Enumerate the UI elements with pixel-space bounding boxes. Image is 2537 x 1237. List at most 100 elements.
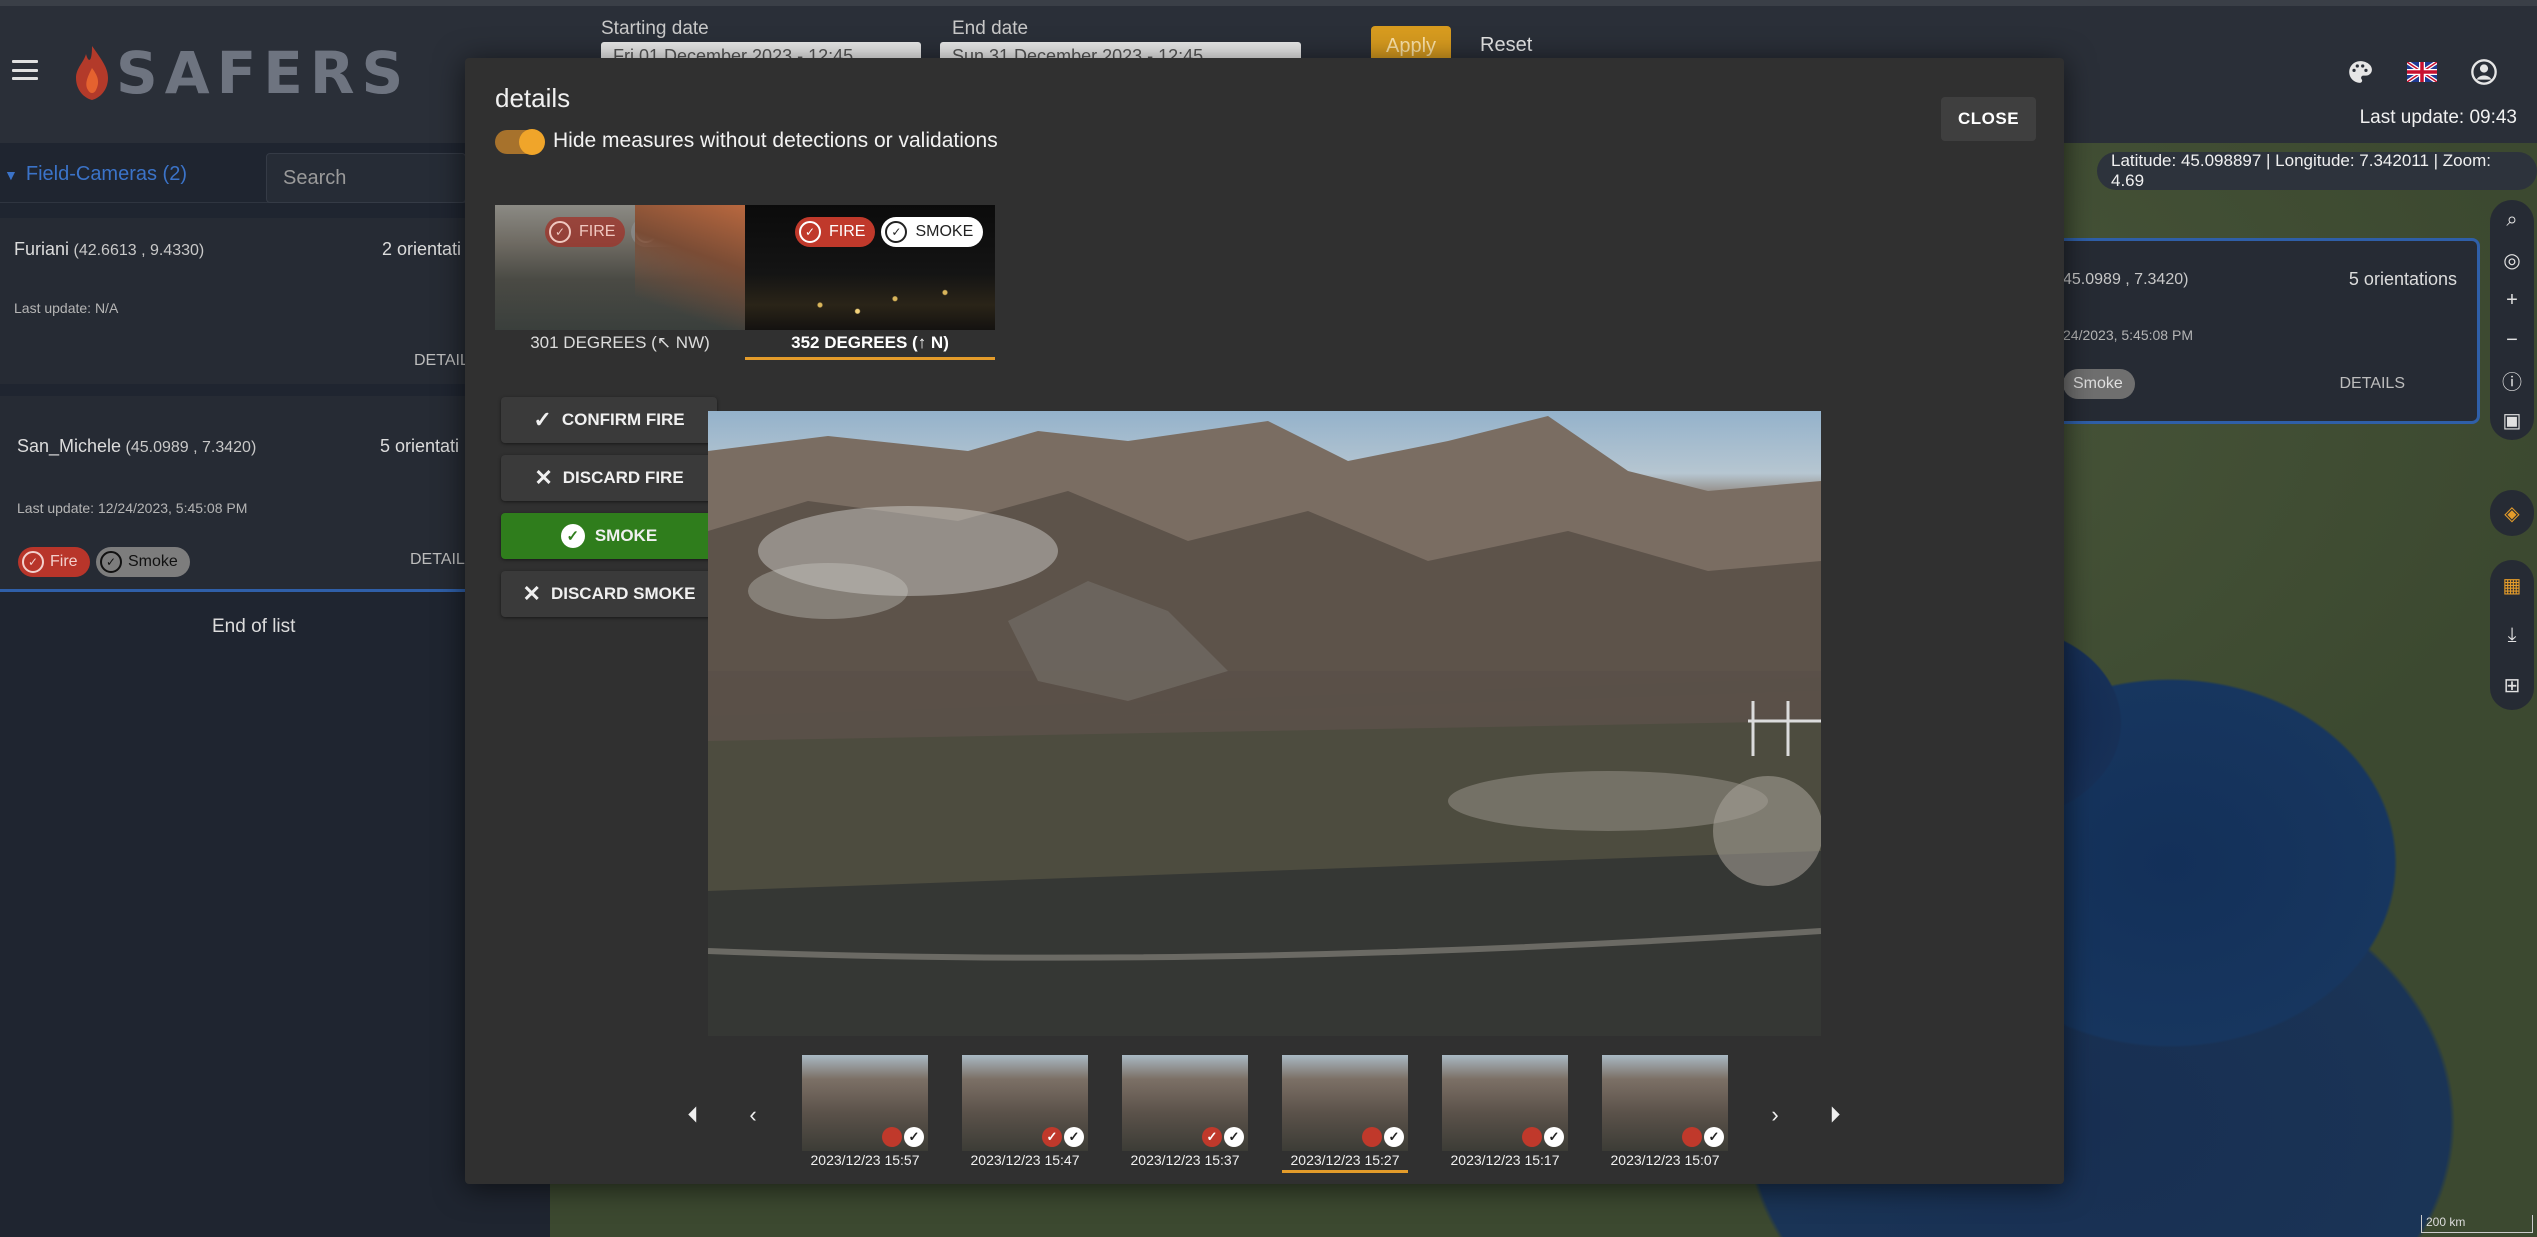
orientation-label-301[interactable]: 301 DEGREES (↖ NW) [495,333,745,353]
menu-icon[interactable] [12,60,38,80]
thumb-status: ✓ ✓ [1202,1127,1244,1147]
thumb-status: ✓ [882,1127,924,1147]
fire-chip: ✓ Fire [18,547,90,577]
discard-smoke-button[interactable]: ✕ DISCARD SMOKE [501,571,717,617]
discard-smoke-label: DISCARD SMOKE [550,584,696,603]
start-date-label: Starting date [601,18,709,39]
camera-coord: (42.6613 , 9.4330) [73,242,205,259]
check-circle-icon: ✓ [549,221,571,243]
measure-thumb-selected[interactable]: ✓ [1282,1055,1408,1151]
fire-dot-icon [882,1127,902,1147]
map-coordinates: Latitude: 45.098897 | Longitude: 7.34201… [2097,151,2537,190]
close-button[interactable]: CLOSE [1941,97,2036,141]
orientation-label-352[interactable]: 352 DEGREES (↑ N) [745,333,995,353]
flame-logo-icon [76,46,108,100]
confirm-fire-button[interactable]: ✓ CONFIRM FIRE [501,397,717,443]
smoke-chip-label: SMOKE [665,223,724,240]
palette-icon[interactable] [2342,54,2378,90]
map-card-coord: 45.0989 , 7.3420) [2063,271,2189,288]
chevron-right-icon[interactable]: › [1762,1100,1788,1130]
thumb-timestamp: 2023/12/23 15:37 [1130,1152,1240,1168]
smoke-chip: ✓ SMOKE [631,217,734,247]
uk-flag-icon[interactable] [2404,54,2440,90]
camera-details-button[interactable]: DETAIL [414,352,469,370]
check-circle-icon: ✓ [635,221,658,243]
camera-details-button[interactable]: DETAIL [410,551,465,569]
camera-orientations: 2 orientati [382,239,462,259]
thumb-status: ✓ [1362,1127,1404,1147]
fire-chip-label: Fire [50,553,78,570]
smoke-label: SMOKE [594,526,658,545]
info-icon[interactable]: ⓘ [2490,361,2534,399]
orientation-thumb-301[interactable]: ✓ FIRE ✓ SMOKE [495,205,745,330]
camera-coord: (45.0989 , 7.3420) [125,439,257,456]
check-icon: ✓ [1544,1127,1564,1147]
measure-thumb[interactable]: ✓ ✓ [962,1055,1088,1151]
thumb-status: ✓ [1682,1127,1724,1147]
map-tools: ⌕ ◎ + − ⓘ ▣ [2490,200,2534,440]
layers-icon[interactable]: ◈ [2490,494,2534,532]
caret-down-icon: ▼ [4,166,18,183]
field-cameras-label: Field-Cameras (2) [25,163,188,185]
camera-image-scene [708,416,1821,1036]
fire-chip-label: FIRE [829,223,866,240]
fire-check-icon: ✓ [1042,1127,1062,1147]
close-icon: ✕ [534,465,553,490]
fire-dot-icon [1362,1127,1382,1147]
confirm-fire-label: CONFIRM FIRE [561,410,685,429]
map-style-icon[interactable]: ▣ [2490,401,2534,439]
last-page-icon[interactable]: ⏵ [1822,1100,1848,1130]
hide-measures-toggle[interactable] [495,129,545,155]
reset-button[interactable]: Reset [1480,34,1532,57]
check-circle-icon: ✓ [799,221,821,243]
smoke-chip-label: SMOKE [915,223,974,240]
account-icon[interactable] [2466,54,2502,90]
camera-name-row: Furiani (42.6613 , 9.4330) [14,239,204,260]
app-logo: SAFERS [72,38,410,108]
first-page-icon[interactable]: ⏴ [680,1100,706,1130]
thumb-status: ✓ [1522,1127,1564,1147]
logo-text: SAFERS [116,39,411,107]
thumb-timestamp: 2023/12/23 15:07 [1610,1152,1720,1168]
fire-chip: ✓ FIRE [545,217,626,247]
field-cameras-title[interactable]: ▼ Field-Cameras (2) [4,163,187,186]
table-icon[interactable]: ▦ [2490,566,2534,604]
check-icon: ✓ [1704,1127,1724,1147]
fire-check-icon: ✓ [1202,1127,1222,1147]
search-input[interactable]: Search [266,153,466,203]
grid-icon[interactable]: ⊞ [2490,666,2534,704]
locate-icon[interactable]: ◎ [2490,241,2534,279]
chevron-left-icon[interactable]: ‹ [740,1100,766,1130]
check-icon: ✓ [904,1127,924,1147]
map-camera-card[interactable]: 45.0989 , 7.3420) 5 orientations 24/2023… [2040,238,2480,424]
discard-fire-button[interactable]: ✕ DISCARD FIRE [501,455,717,501]
download-icon[interactable]: ⤓ [2490,616,2534,654]
measure-thumb[interactable]: ✓ [1602,1055,1728,1151]
smoke-chip-label: Smoke [128,553,178,570]
orientation-thumb-352[interactable]: ✓ FIRE ✓ SMOKE [745,205,995,330]
modal-title: details [495,83,571,113]
camera-image [708,411,1821,1036]
thumb-status: ✓ ✓ [1042,1127,1084,1147]
map-card-orientations: 5 orientations [2348,269,2457,289]
search-icon[interactable]: ⌕ [2490,201,2534,239]
map-card-details-button[interactable]: DETAILS [2340,375,2406,393]
smoke-confirmed-button[interactable]: ✓ SMOKE [501,513,717,559]
camera-name: San_Michele [17,436,122,456]
hide-measures-label: Hide measures without detections or vali… [553,129,998,152]
measure-thumb[interactable]: ✓ [1442,1055,1568,1151]
orientation-chips: ✓ FIRE ✓ SMOKE [545,217,734,247]
fire-dot-icon [1522,1127,1542,1147]
check-icon: ✓ [1064,1127,1084,1147]
close-icon: ✕ [522,581,541,606]
check-icon: ✓ [533,407,552,432]
measure-thumb[interactable]: ✓ ✓ [1122,1055,1248,1151]
measure-thumb[interactable]: ✓ [802,1055,928,1151]
check-icon: ✓ [1224,1127,1244,1147]
map-card-smoke-chip: Smoke [2063,369,2135,399]
smoke-chip: ✓ Smoke [96,547,190,577]
thumb-timestamp: 2023/12/23 15:47 [970,1152,1080,1168]
zoom-out-icon[interactable]: − [2490,321,2534,359]
check-icon: ✓ [1384,1127,1404,1147]
zoom-in-icon[interactable]: + [2490,281,2534,319]
